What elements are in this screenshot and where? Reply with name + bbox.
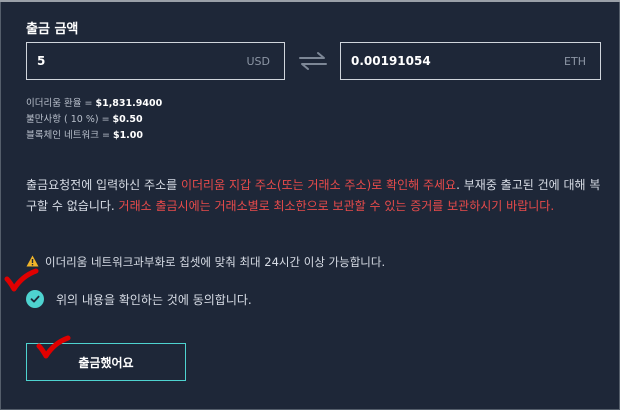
usd-amount-value: 5 (37, 54, 46, 68)
usd-amount-input[interactable]: 5 USD (26, 42, 285, 80)
agree-row[interactable]: 위의 내용을 확인하는 것에 동의합니다. (26, 290, 252, 308)
swap-arrows-icon[interactable] (298, 51, 328, 75)
withdraw-notice: 출금요청전에 입력하신 주소를 이더리움 지갑 주소(또는 거래소 주소)로 확… (26, 178, 601, 213)
rate-line-network: 블록체인 네트워크 = $1.00 (26, 130, 144, 141)
eth-amount-input[interactable]: 0.00191054 ETH (340, 42, 601, 80)
red-check-annotation-icon (4, 268, 39, 292)
notice-address-warning: 이더리움 지갑 주소(또는 거래소 주소)로 확인해 주세요 (180, 178, 457, 192)
network-warning-text: 이더리움 네트워크과부화로 칩셋에 맞춰 최대 24시간 이상 가능합니다. (45, 255, 386, 269)
eth-amount-value: 0.00191054 (351, 54, 431, 68)
fee-value: $0.50 (112, 114, 143, 125)
network-warning: 이더리움 네트워크과부화로 칩셋에 맞춰 최대 24시간 이상 가능합니다. (26, 254, 385, 270)
network-fee-value: $1.00 (112, 130, 144, 141)
rate-line-eth: 이더리움 환율 = $1,831.9400 (26, 98, 163, 109)
eth-rate-value: $1,831.9400 (95, 98, 163, 109)
agree-label: 위의 내용을 확인하는 것에 동의합니다. (56, 292, 252, 307)
red-check-annotation-icon (36, 335, 71, 359)
rate-line-fee: 불만사항 ( 10 %) = $0.50 (26, 114, 143, 125)
withdraw-amount-title: 출금 금액 (26, 22, 79, 37)
rate-info: 이더리움 환율 = $1,831.9400 불만사항 ( 10 %) = $0.… (26, 96, 162, 144)
usd-unit-label: USD (246, 55, 270, 68)
panel-top-border (0, 0, 620, 2)
eth-unit-label: ETH (564, 55, 586, 68)
notice-exchange-warning: 거래소 출금시에는 거래소별로 최소한으로 보관할 수 있는 증거를 보관하시기… (118, 199, 555, 213)
